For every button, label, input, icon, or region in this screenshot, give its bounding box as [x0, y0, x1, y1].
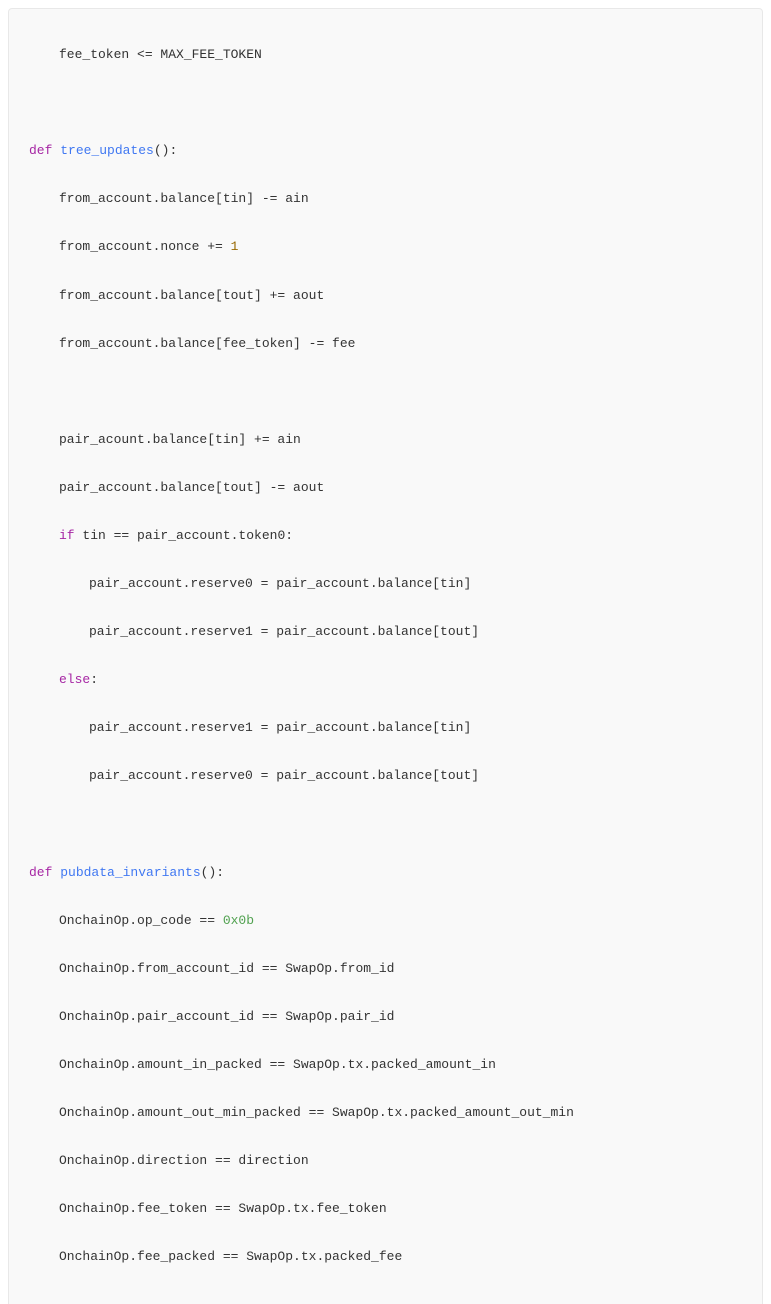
- code-line: pair_account.reserve1 = pair_account.bal…: [29, 716, 742, 740]
- code-text: OnchainOp.pair_account_id == SwapOp.pair…: [59, 1009, 394, 1024]
- code-text: fee_token <= MAX_FEE_TOKEN: [59, 47, 262, 62]
- code-text: pair_account.reserve0 = pair_account.bal…: [89, 576, 471, 591]
- code-text: OnchainOp.from_account_id == SwapOp.from…: [59, 961, 394, 976]
- code-line: from_account.balance[tin] -= ain: [29, 187, 742, 211]
- keyword-def: def: [29, 865, 52, 880]
- code-text: pair_account.reserve0 = pair_account.bal…: [89, 768, 479, 783]
- code-line: def tree_updates():: [29, 139, 742, 163]
- code-text: OnchainOp.amount_out_min_packed == SwapO…: [59, 1105, 574, 1120]
- parens: ():: [201, 865, 224, 880]
- blank-line: [29, 380, 742, 404]
- code-text: pair_acount.balance[tin] += ain: [59, 432, 301, 447]
- code-line: OnchainOp.from_account_id == SwapOp.from…: [29, 957, 742, 981]
- code-line: OnchainOp.fee_token == SwapOp.tx.fee_tok…: [29, 1197, 742, 1221]
- blank-line: [29, 91, 742, 115]
- code-text: pair_account.reserve1 = pair_account.bal…: [89, 624, 479, 639]
- code-line: else:: [29, 668, 742, 692]
- code-text: OnchainOp.direction == direction: [59, 1153, 309, 1168]
- code-line: if tin == pair_account.token0:: [29, 524, 742, 548]
- code-line: OnchainOp.pair_account_id == SwapOp.pair…: [29, 1005, 742, 1029]
- code-line: pair_acount.balance[tin] += ain: [29, 428, 742, 452]
- code-text: pair_account.balance[tout] -= aout: [59, 480, 324, 495]
- code-text: tin == pair_account.token0:: [75, 528, 293, 543]
- parens: ():: [154, 143, 177, 158]
- code-line: OnchainOp.amount_in_packed == SwapOp.tx.…: [29, 1053, 742, 1077]
- code-line: OnchainOp.direction == direction: [29, 1149, 742, 1173]
- code-line: OnchainOp.op_code == 0x0b: [29, 909, 742, 933]
- code-text: :: [90, 672, 98, 687]
- code-block: fee_token <= MAX_FEE_TOKEN def tree_upda…: [8, 8, 763, 1304]
- code-line: OnchainOp.amount_out_min_packed == SwapO…: [29, 1101, 742, 1125]
- number-literal: 1: [231, 239, 239, 254]
- hex-literal: 0x0b: [223, 913, 254, 928]
- code-text: from_account.balance[tout] += aout: [59, 288, 324, 303]
- blank-line: [29, 813, 742, 837]
- function-name: tree_updates: [60, 143, 154, 158]
- function-name: pubdata_invariants: [60, 865, 200, 880]
- code-line: pair_account.reserve1 = pair_account.bal…: [29, 620, 742, 644]
- code-line: from_account.balance[tout] += aout: [29, 284, 742, 308]
- code-line: from_account.nonce += 1: [29, 235, 742, 259]
- code-text: from_account.nonce +=: [59, 239, 231, 254]
- keyword-if: if: [59, 528, 75, 543]
- code-text: OnchainOp.fee_token == SwapOp.tx.fee_tok…: [59, 1201, 387, 1216]
- code-text: pair_account.reserve1 = pair_account.bal…: [89, 720, 471, 735]
- code-text: OnchainOp.op_code ==: [59, 913, 223, 928]
- code-text: OnchainOp.amount_in_packed == SwapOp.tx.…: [59, 1057, 496, 1072]
- code-line: OnchainOp.fee_packed == SwapOp.tx.packed…: [29, 1245, 742, 1269]
- code-text: from_account.balance[fee_token] -= fee: [59, 336, 355, 351]
- code-line: pair_account.reserve0 = pair_account.bal…: [29, 572, 742, 596]
- code-line: def pubdata_invariants():: [29, 861, 742, 885]
- keyword-def: def: [29, 143, 52, 158]
- code-text: from_account.balance[tin] -= ain: [59, 191, 309, 206]
- code-text: OnchainOp.fee_packed == SwapOp.tx.packed…: [59, 1249, 402, 1264]
- code-line: fee_token <= MAX_FEE_TOKEN: [29, 43, 742, 67]
- code-line: pair_account.balance[tout] -= aout: [29, 476, 742, 500]
- code-line: pair_account.reserve0 = pair_account.bal…: [29, 764, 742, 788]
- keyword-else: else: [59, 672, 90, 687]
- code-line: from_account.balance[fee_token] -= fee: [29, 332, 742, 356]
